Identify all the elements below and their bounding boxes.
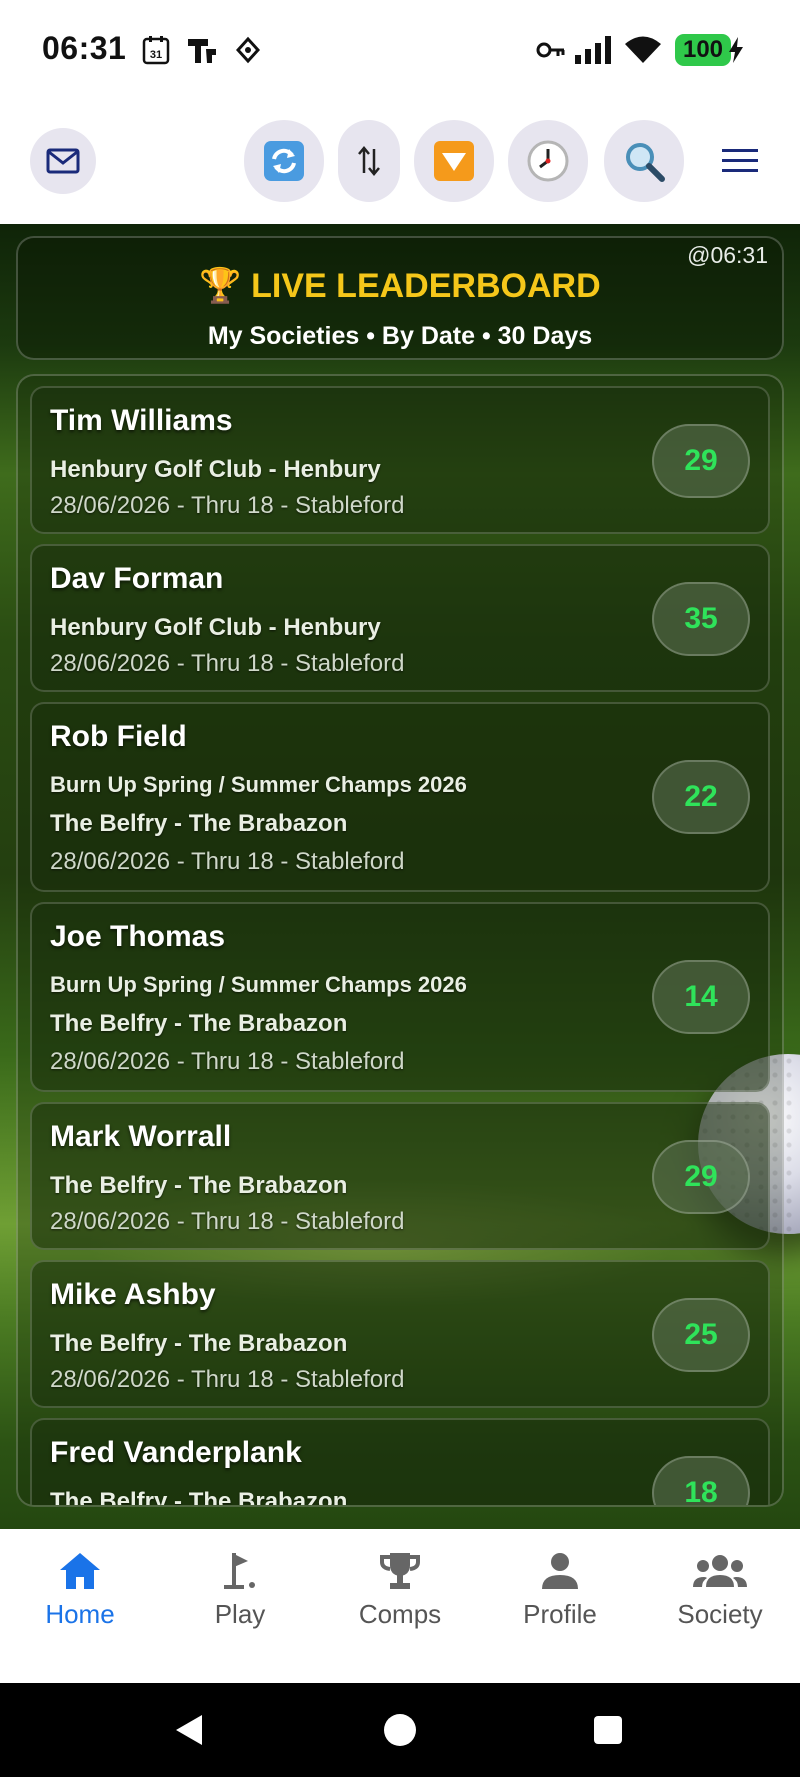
news-t-icon [186, 35, 218, 65]
leaderboard-entry[interactable]: Mike Ashby The Belfry - The Brabazon 28/… [30, 1260, 770, 1408]
player-name: Rob Field [50, 720, 187, 753]
leaderboard-entry[interactable]: Tim Williams Henbury Golf Club - Henbury… [30, 386, 770, 534]
battery-indicator: 100 [675, 34, 731, 66]
system-nav-bar [0, 1683, 800, 1777]
event-name: Burn Up Spring / Summer Champs 2026 [50, 772, 467, 797]
vpn-key-icon [536, 35, 566, 65]
event-name: Burn Up Spring / Summer Champs 2026 [50, 972, 467, 997]
trophy-icon [380, 1553, 420, 1589]
group-icon [693, 1555, 747, 1587]
search-icon [626, 143, 665, 182]
filter-button[interactable] [414, 120, 494, 202]
nav-comps[interactable]: Comps [330, 1551, 470, 1661]
menu-icon [722, 149, 758, 172]
battery-level: 100 [682, 36, 724, 63]
back-triangle-icon [176, 1715, 202, 1745]
last-updated-time: @06:31 [687, 242, 768, 268]
home-icon [60, 1553, 100, 1589]
round-detail: 28/06/2026 - Thru 18 - Stableford [50, 1048, 405, 1075]
bottom-nav: Home Play Comps Profile Society [0, 1529, 800, 1683]
filter-icon [434, 141, 474, 181]
course-name: Henbury Golf Club - Henbury [50, 614, 381, 641]
history-button[interactable] [508, 120, 588, 202]
score-badge: 22 [652, 760, 750, 834]
sort-icon [358, 146, 380, 176]
course-name: The Belfry - The Brabazon [50, 1010, 348, 1037]
nav-home-label: Home [45, 1599, 115, 1629]
search-button[interactable] [604, 120, 684, 202]
menu-button[interactable] [710, 120, 770, 202]
player-name: Joe Thomas [50, 920, 226, 953]
course-name: The Belfry - The Brabazon [50, 810, 348, 837]
recents-square-icon [594, 1716, 622, 1744]
golf-flag-icon [224, 1553, 255, 1589]
round-detail: 28/06/2026 - Thru 18 - Stableford [50, 1208, 405, 1235]
score-badge: 25 [652, 1298, 750, 1372]
player-name: Dav Forman [50, 562, 224, 595]
toolbar [0, 100, 800, 224]
course-name: The Belfry - The Brabazon [50, 1330, 348, 1357]
leaderboard-area: @06:31 🏆 LIVE LEADERBOARD My Societies •… [0, 224, 800, 1529]
nav-play-label: Play [214, 1599, 266, 1629]
clock-icon [527, 140, 569, 182]
nav-society-label: Society [677, 1599, 763, 1629]
score-badge: 29 [652, 1140, 750, 1214]
course-name: The Belfry - The Brabazon [50, 1172, 348, 1199]
mail-icon [46, 148, 80, 174]
calendar-icon: 31 [142, 35, 170, 65]
refresh-icon [264, 141, 304, 181]
back-button[interactable] [172, 1713, 206, 1752]
nav-play[interactable]: Play [170, 1551, 310, 1661]
score-badge: 14 [652, 960, 750, 1034]
wifi-icon [624, 35, 662, 65]
round-detail: 28/06/2026 - Thru 18 - Stableford [50, 848, 405, 875]
leaderboard-list[interactable]: Tim Williams Henbury Golf Club - Henbury… [16, 374, 784, 1507]
player-name: Fred Vanderplank [50, 1436, 302, 1469]
leaderboard-entry[interactable]: Dav Forman Henbury Golf Club - Henbury 2… [30, 544, 770, 692]
nav-home[interactable]: Home [10, 1551, 150, 1661]
nav-society[interactable]: Society [650, 1551, 790, 1661]
course-name: The Belfry - The Brabazon [50, 1488, 348, 1507]
calendar-date: 31 [150, 49, 162, 61]
leaderboard-header: @06:31 🏆 LIVE LEADERBOARD My Societies •… [16, 236, 784, 360]
score-badge: 35 [652, 582, 750, 656]
signal-icon [574, 35, 612, 65]
player-name: Tim Williams [50, 404, 233, 437]
leaderboard-filter-summary: My Societies • By Date • 30 Days [207, 322, 593, 350]
leaderboard-entry[interactable]: Rob Field Burn Up Spring / Summer Champs… [30, 702, 770, 892]
nav-comps-label: Comps [358, 1599, 442, 1629]
mail-button[interactable] [30, 128, 96, 194]
home-circle-icon [384, 1714, 416, 1746]
leaderboard-title: 🏆 LIVE LEADERBOARD [199, 267, 601, 305]
round-detail: 28/06/2026 - Thru 18 - Stableford [50, 650, 405, 677]
leaderboard-entry[interactable]: Joe Thomas Burn Up Spring / Summer Champ… [30, 902, 770, 1092]
status-bar: 06:31 31 100 [0, 0, 800, 100]
leaderboard-entry[interactable]: Fred Vanderplank The Belfry - The Brabaz… [30, 1418, 770, 1507]
player-name: Mark Worrall [50, 1120, 232, 1153]
diamond-app-icon [236, 35, 260, 65]
recents-button[interactable] [592, 1714, 624, 1751]
status-time: 06:31 [42, 30, 127, 66]
score-badge: 29 [652, 424, 750, 498]
charging-icon [728, 35, 744, 65]
score-badge: 18 [652, 1456, 750, 1505]
nav-profile-label: Profile [523, 1599, 597, 1629]
leaderboard-entry[interactable]: Mark Worrall The Belfry - The Brabazon 2… [30, 1102, 770, 1250]
player-name: Mike Ashby [50, 1278, 216, 1311]
home-system-button[interactable] [382, 1712, 418, 1753]
refresh-button[interactable] [244, 120, 324, 202]
course-name: Henbury Golf Club - Henbury [50, 456, 381, 483]
round-detail: 28/06/2026 - Thru 18 - Stableford [50, 492, 405, 519]
person-icon [542, 1553, 578, 1589]
nav-profile[interactable]: Profile [490, 1551, 630, 1661]
round-detail: 28/06/2026 - Thru 18 - Stableford [50, 1366, 405, 1393]
sort-button[interactable] [338, 120, 400, 202]
